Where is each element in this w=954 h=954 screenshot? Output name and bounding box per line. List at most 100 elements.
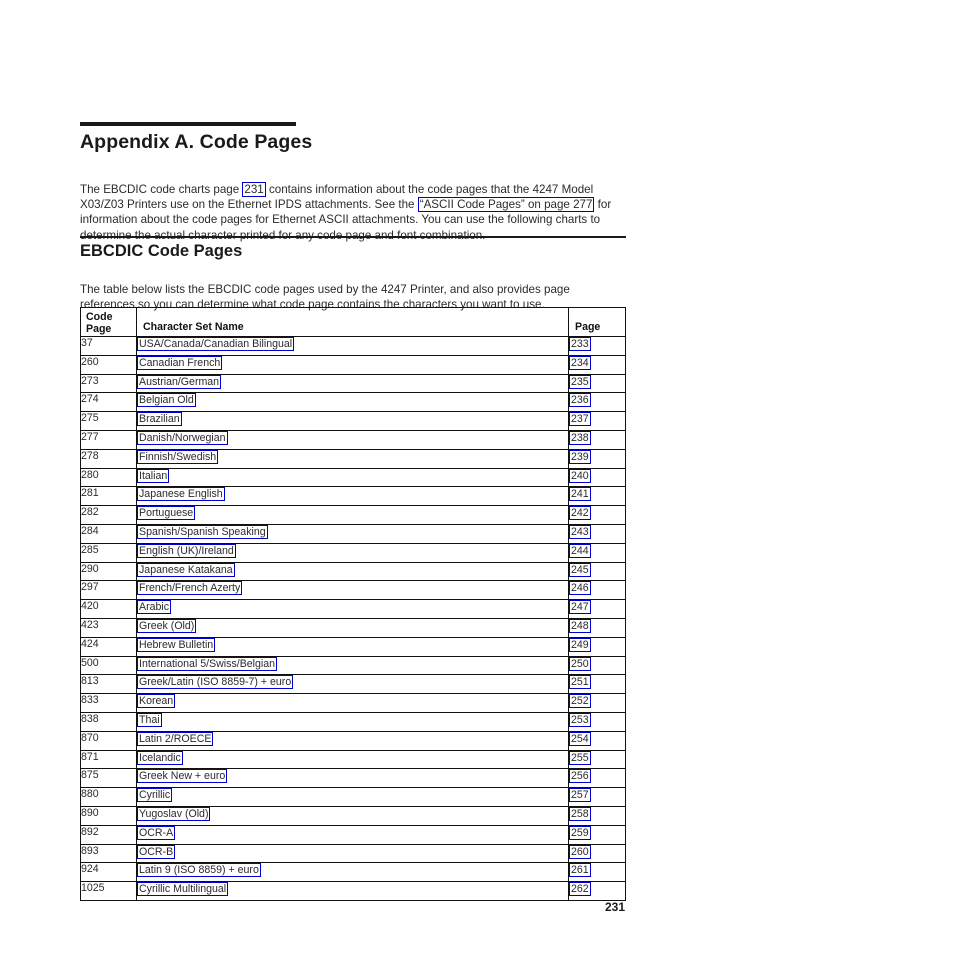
link-character-set-name[interactable]: OCR-A	[137, 825, 176, 840]
cell-character-set-name: Japanese English	[136, 486, 569, 507]
link-character-set-name[interactable]: Finnish/Swedish	[137, 449, 219, 464]
column-header-character-set-name-label: Character Set Name	[143, 321, 244, 333]
link-character-set-name[interactable]: Cyrillic Multilingual	[137, 882, 229, 897]
link-page-reference[interactable]: 238	[569, 430, 591, 445]
intro-text-part1: The EBCDIC code charts page	[80, 182, 243, 196]
cell-page-reference: 238	[568, 429, 626, 450]
cell-character-set-name: OCR-B	[136, 843, 569, 864]
link-page-reference[interactable]: 241	[569, 487, 591, 502]
link-page-reference[interactable]: 244	[569, 543, 591, 558]
link-character-set-name[interactable]: Hebrew Bulletin	[137, 637, 216, 652]
link-page-reference[interactable]: 250	[569, 656, 591, 671]
link-page-reference[interactable]: 237	[569, 412, 591, 427]
cell-page-reference: 262	[568, 881, 626, 901]
cell-character-set-name: Cyrillic Multilingual	[136, 881, 569, 901]
cell-page-reference: 233	[568, 336, 626, 356]
link-page-reference[interactable]: 245	[569, 562, 591, 577]
table-row: 892 OCR-A 259	[80, 824, 626, 845]
link-character-set-name[interactable]: Korean	[137, 694, 176, 709]
link-character-set-name[interactable]: Greek/Latin (ISO 8859-7) + euro	[137, 675, 294, 690]
link-page-reference[interactable]: 258	[569, 806, 591, 821]
link-page-reference[interactable]: 259	[569, 825, 591, 840]
link-page-reference[interactable]: 242	[569, 506, 591, 521]
link-character-set-name[interactable]: Arabic	[137, 600, 172, 615]
link-character-set-name[interactable]: USA/Canada/Canadian Bilingual	[137, 337, 295, 351]
link-page-reference[interactable]: 253	[569, 712, 591, 727]
table-row: 275 Brazilian 237	[80, 411, 626, 431]
link-page-reference[interactable]: 262	[569, 882, 591, 897]
link-character-set-name[interactable]: Greek (Old)	[137, 618, 197, 633]
link-character-set-name[interactable]: Yugoslav (Old)	[137, 806, 211, 821]
link-page-reference[interactable]: 246	[569, 581, 591, 596]
link-character-set-name[interactable]: Latin 9 (ISO 8859) + euro	[137, 863, 261, 878]
section-heading: EBCDIC Code Pages	[80, 242, 243, 260]
link-character-set-name[interactable]: English (UK)/Ireland	[137, 543, 236, 558]
link-character-set-name[interactable]: Greek New + euro	[137, 769, 228, 784]
table-row: 290 Japanese Katakana 245	[80, 561, 626, 582]
link-character-set-name[interactable]: Cyrillic	[137, 788, 173, 803]
link-character-set-name[interactable]: Portuguese	[137, 506, 196, 521]
link-character-set-name[interactable]: Icelandic	[137, 750, 183, 765]
cell-code-page: 285	[80, 542, 137, 563]
link-page-reference[interactable]: 252	[569, 694, 591, 709]
link-character-set-name[interactable]: Thai	[137, 712, 162, 727]
link-page-reference[interactable]: 249	[569, 637, 591, 652]
link-page-reference[interactable]: 235	[569, 374, 591, 389]
cell-code-page: 870	[80, 730, 137, 751]
link-character-set-name[interactable]: French/French Azerty	[137, 581, 243, 596]
table-row: 281 Japanese English 241	[80, 486, 626, 507]
link-page-reference[interactable]: 243	[569, 524, 591, 539]
cell-code-page: 284	[80, 523, 137, 544]
link-character-set-name[interactable]: Spanish/Spanish Speaking	[137, 524, 268, 539]
link-page-reference[interactable]: 257	[569, 788, 591, 803]
link-page-reference[interactable]: 251	[569, 675, 591, 690]
column-header-code-line2: Page	[86, 322, 112, 335]
link-character-set-name[interactable]: Latin 2/ROECE	[137, 731, 214, 746]
cell-page-reference: 236	[568, 392, 626, 413]
link-page-reference[interactable]: 256	[569, 769, 591, 784]
link-page-231[interactable]: 231	[242, 181, 266, 197]
cell-character-set-name: Icelandic	[136, 749, 569, 770]
cell-page-reference: 243	[568, 523, 626, 544]
table-row: 871 Icelandic 255	[80, 749, 626, 770]
table-row: 297 French/French Azerty 246	[80, 580, 626, 601]
table-row: 1025 Cyrillic Multilingual 262	[80, 881, 626, 901]
link-character-set-name[interactable]: Canadian French	[137, 355, 223, 370]
cell-page-reference: 242	[568, 505, 626, 525]
link-character-set-name[interactable]: Danish/Norwegian	[137, 430, 228, 445]
link-ascii-code-pages-277[interactable]: “ASCII Code Pages” on page 277	[417, 197, 595, 212]
link-page-reference[interactable]: 254	[569, 731, 591, 746]
link-character-set-name[interactable]: Brazilian	[137, 412, 182, 427]
link-character-set-name[interactable]: Italian	[137, 468, 170, 483]
link-page-reference[interactable]: 240	[569, 468, 591, 483]
link-character-set-name[interactable]: International 5/Swiss/Belgian	[137, 656, 278, 671]
link-page-reference[interactable]: 260	[569, 844, 591, 859]
cell-page-reference: 250	[568, 655, 626, 676]
link-page-reference[interactable]: 247	[569, 600, 591, 615]
cell-page-reference: 260	[568, 843, 626, 864]
cell-code-page: 277	[80, 429, 137, 450]
link-character-set-name[interactable]: Austrian/German	[137, 374, 222, 389]
table-row: 875 Greek New + euro 256	[80, 768, 626, 789]
cell-character-set-name: Thai	[136, 711, 569, 732]
link-character-set-name[interactable]: Japanese English	[137, 487, 225, 502]
appendix-title-rule	[80, 122, 296, 126]
table-row: 273 Austrian/German 235	[80, 373, 626, 394]
link-page-reference[interactable]: 233	[569, 337, 591, 351]
cell-code-page: 838	[80, 711, 137, 732]
link-character-set-name[interactable]: OCR-B	[137, 844, 176, 859]
link-page-reference[interactable]: 236	[569, 393, 591, 408]
link-page-reference[interactable]: 234	[569, 355, 591, 370]
table-row: 420 Arabic 247	[80, 599, 626, 619]
link-page-reference[interactable]: 239	[569, 449, 591, 464]
section-heading-rule	[80, 236, 626, 238]
link-character-set-name[interactable]: Japanese Katakana	[137, 562, 235, 577]
link-character-set-name[interactable]: Belgian Old	[137, 393, 196, 408]
link-page-reference[interactable]: 255	[569, 750, 591, 765]
column-header-code-line1: Code	[86, 311, 113, 323]
cell-code-page: 420	[80, 599, 137, 619]
cell-character-set-name: Latin 2/ROECE	[136, 730, 569, 751]
table-row: 274 Belgian Old 236	[80, 392, 626, 413]
link-page-reference[interactable]: 248	[569, 618, 591, 633]
link-page-reference[interactable]: 261	[569, 863, 591, 878]
